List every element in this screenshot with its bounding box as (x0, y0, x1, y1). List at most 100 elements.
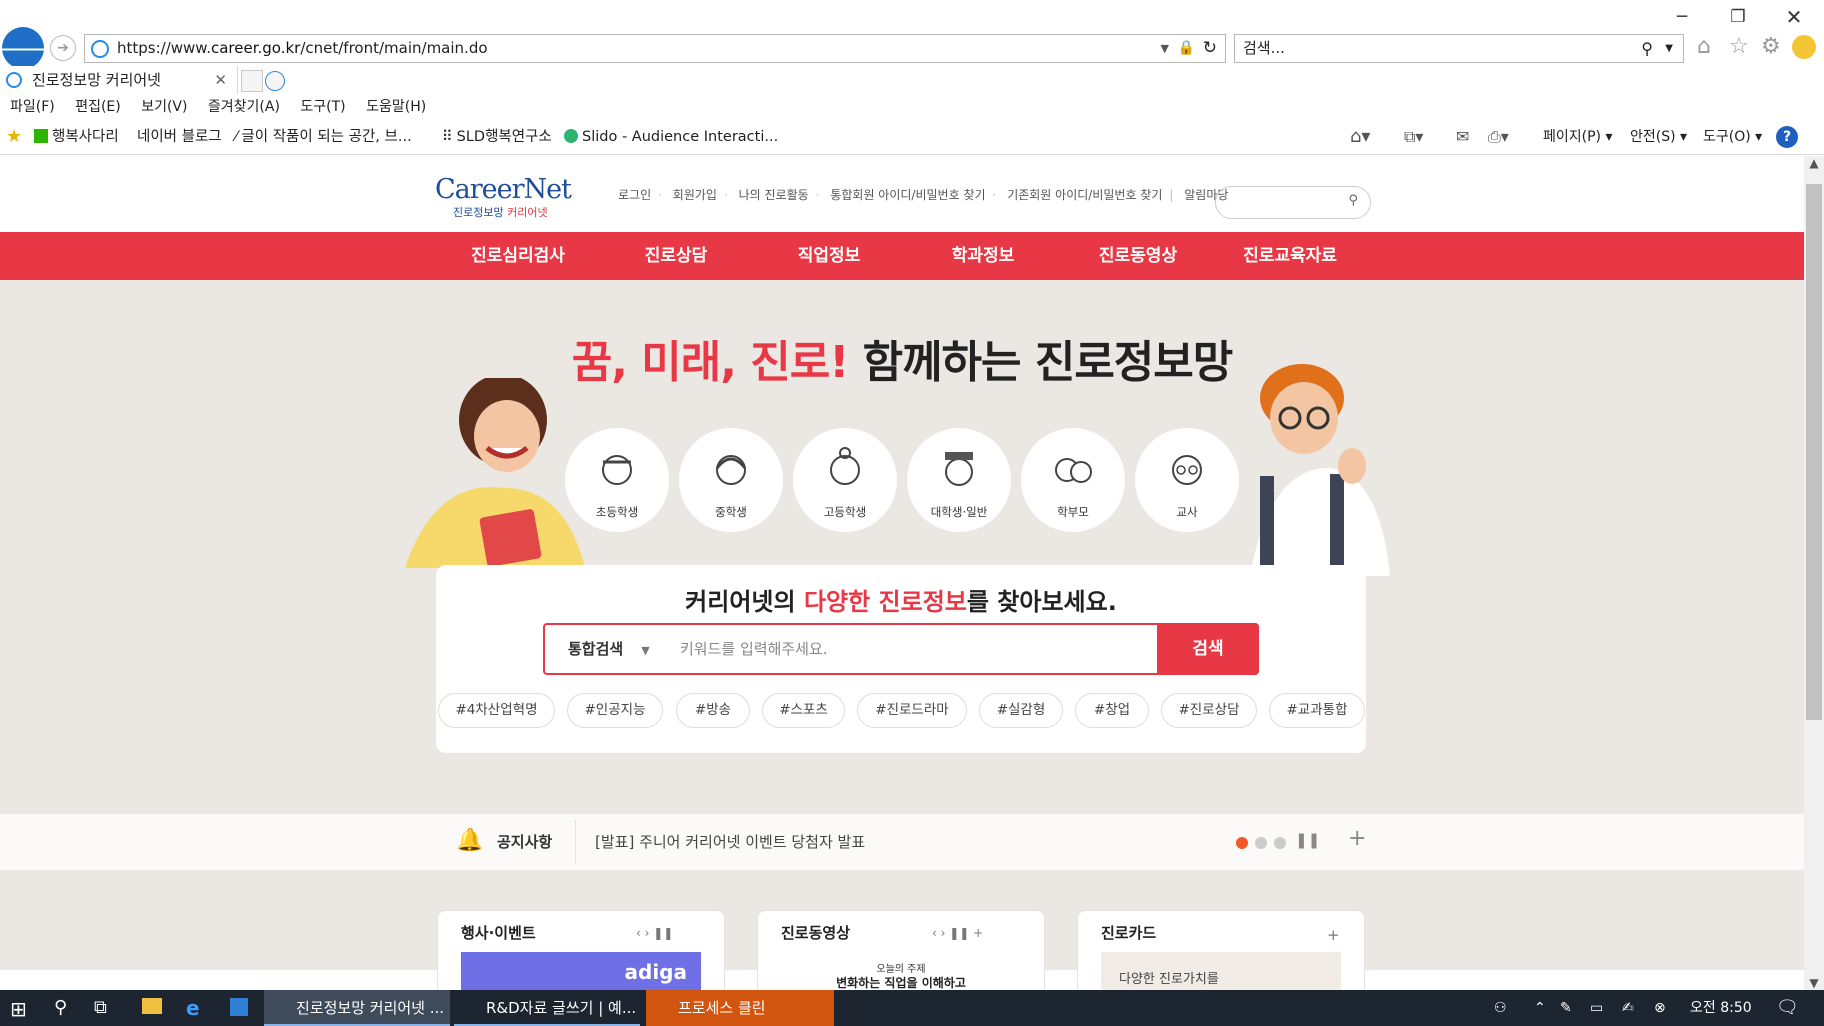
notice-dot-1[interactable] (1236, 837, 1248, 849)
notice-dot-3[interactable] (1274, 837, 1286, 849)
ie-quick-tab-icon[interactable] (265, 71, 285, 91)
pause-icon[interactable]: ❚❚ (1295, 831, 1320, 849)
fav-item-2[interactable]: 네이버 블로그 (137, 124, 222, 150)
settings-gear-icon[interactable]: ⚙ (1761, 34, 1781, 59)
tag-career-drama[interactable]: #진로드라마 (857, 693, 967, 728)
target-high-school[interactable]: 고등학생 (793, 428, 897, 532)
search-type-select[interactable]: 통합검색 ▼ (568, 638, 650, 659)
store-icon[interactable] (230, 998, 248, 1016)
tab-close-icon[interactable]: ✕ (214, 66, 227, 94)
fav-item-3[interactable]: ⁄ 글이 작품이 되는 공간, 브... (235, 124, 412, 150)
fav-item-4[interactable]: ⠿ SLD행복연구소 (442, 124, 552, 150)
nav-psych-test[interactable]: 진로심리검사 (443, 232, 593, 280)
home-command-icon[interactable]: ⌂▾ (1350, 124, 1370, 150)
notification-icon[interactable]: 🗨 (1776, 990, 1799, 1026)
find-legacy-id-link[interactable]: 기존회원 아이디/비밀번호 찾기 (1007, 188, 1162, 202)
battery-icon[interactable]: ▭ (1590, 990, 1603, 1026)
signup-link[interactable]: 회원가입 (673, 188, 717, 202)
minimize-button[interactable]: ─ (1658, 2, 1706, 32)
fav-item-1[interactable]: 행복사다리 (34, 124, 119, 150)
adiga-banner[interactable]: adiga (461, 952, 701, 990)
tag-counseling[interactable]: #진로상담 (1161, 693, 1257, 728)
taskbar-ie-window-1[interactable]: 진로정보망 커리어넷 ... (264, 990, 450, 1026)
card-videos-controls[interactable]: ‹ › ❚❚ + (932, 926, 983, 940)
safety-menu[interactable]: 안전(S) ▾ (1630, 124, 1687, 150)
scroll-down-icon[interactable]: ▼ (1804, 976, 1824, 990)
back-button[interactable]: 🡐 (0, 27, 55, 69)
page-menu[interactable]: 페이지(P) ▾ (1543, 124, 1613, 150)
menu-view[interactable]: 보기(V) (141, 99, 187, 115)
refresh-icon[interactable]: ↻ (1203, 35, 1217, 62)
notice-text[interactable]: [발표] 주니어 커리어넷 이벤트 당첨자 발표 (595, 831, 865, 852)
windows-start-icon[interactable]: ⊞ (10, 997, 27, 1021)
scroll-up-icon[interactable]: ▲ (1804, 156, 1824, 170)
favorites-star-icon[interactable]: ★ (6, 124, 22, 150)
careernet-logo[interactable]: CareerNet (435, 174, 572, 205)
nav-career-video[interactable]: 진로동영상 (1063, 232, 1213, 280)
menu-help[interactable]: 도움말(H) (366, 99, 426, 115)
lock-icon[interactable]: 🔒 (1178, 35, 1195, 62)
edge-icon[interactable]: e (186, 996, 200, 1020)
target-university-general[interactable]: 대학생·일반 (907, 428, 1011, 532)
search-icon[interactable]: ⚲ (1641, 35, 1653, 62)
tag-4th-industrial[interactable]: #4차산업혁명 (438, 693, 555, 728)
taskbar-ie-window-2[interactable]: R&D자료 글쓰기 | 예... (454, 990, 640, 1026)
dropdown-arrow-icon[interactable]: ▼ (1161, 35, 1169, 62)
home-icon[interactable]: ⌂ (1697, 34, 1711, 59)
search-button[interactable]: 검색 (1157, 623, 1259, 675)
address-bar[interactable]: https://www.career.go.kr/cnet/front/main… (84, 34, 1226, 63)
pen-tray-icon[interactable]: ✎ (1560, 990, 1572, 1026)
fav-item-5[interactable]: Slido - Audience Interacti... (564, 124, 778, 150)
tag-sports[interactable]: #스포츠 (762, 693, 845, 728)
card-career-plus[interactable]: + (1327, 926, 1340, 944)
taskbar-search-icon[interactable]: ⚲ (54, 997, 67, 1018)
help-icon[interactable]: ? (1776, 126, 1798, 148)
menu-tools[interactable]: 도구(T) (300, 99, 345, 115)
feedback-smiley-icon[interactable] (1792, 35, 1816, 59)
forward-button[interactable]: ➔ (50, 35, 76, 61)
search-icon[interactable]: ⚲ (1348, 193, 1358, 208)
tag-startup[interactable]: #창업 (1075, 693, 1149, 728)
print-icon[interactable]: ⎙▾ (1488, 124, 1509, 150)
menu-edit[interactable]: 편집(E) (75, 99, 121, 115)
keyword-input[interactable]: 키워드를 입력해주세요. (680, 638, 828, 659)
new-tab-icon[interactable] (241, 70, 263, 92)
menu-file[interactable]: 파일(F) (10, 99, 55, 115)
file-explorer-icon[interactable] (142, 998, 162, 1014)
plus-icon[interactable]: + (1348, 826, 1366, 851)
people-icon[interactable]: ⚇ (1494, 990, 1507, 1026)
target-elementary[interactable]: 초등학생 (565, 428, 669, 532)
tag-curriculum[interactable]: #교과통합 (1269, 693, 1365, 728)
favorites-star-icon[interactable]: ☆ (1729, 34, 1749, 59)
target-teacher[interactable]: 교사 (1135, 428, 1239, 532)
card-events-controls[interactable]: ‹ › ❚❚ (636, 926, 673, 940)
video-topic-title[interactable]: 변화하는 직업을 이해하고 (757, 974, 1045, 990)
tools-menu[interactable]: 도구(O) ▾ (1703, 124, 1762, 150)
search-dropdown-icon[interactable]: ▼ (1665, 35, 1673, 62)
ink-icon[interactable]: ✍ (1622, 990, 1634, 1026)
clock[interactable]: 오전 8:50 (1690, 990, 1752, 1026)
close-window-button[interactable]: ✕ (1770, 2, 1818, 32)
menu-favorites[interactable]: 즐겨찾기(A) (208, 99, 280, 115)
target-parent[interactable]: 학부모 (1021, 428, 1125, 532)
login-link[interactable]: 로그인 (618, 188, 651, 202)
restore-button[interactable]: ❐ (1714, 2, 1762, 32)
network-disconnected-icon[interactable]: ⊗ (1654, 990, 1666, 1026)
mail-icon[interactable]: ✉ (1456, 124, 1469, 150)
nav-counseling[interactable]: 진로상담 (601, 232, 751, 280)
my-activity-link[interactable]: 나의 진로활동 (739, 188, 809, 202)
target-middle-school[interactable]: 중학생 (679, 428, 783, 532)
nav-edu-materials[interactable]: 진로교육자료 (1215, 232, 1365, 280)
nav-job-info[interactable]: 직업정보 (754, 232, 904, 280)
career-card-banner[interactable]: 다양한 진로가치를 (1101, 952, 1341, 990)
tag-ai[interactable]: #인공지능 (567, 693, 663, 728)
find-integrated-id-link[interactable]: 통합회원 아이디/비밀번호 찾기 (830, 188, 985, 202)
taskbar-process-clean[interactable]: 프로세스 클린 (646, 990, 834, 1026)
site-search-input[interactable]: ⚲ (1215, 186, 1371, 219)
tab-career-net[interactable]: 진로정보망 커리어넷 ✕ (0, 66, 238, 94)
tag-immersive[interactable]: #실감형 (979, 693, 1063, 728)
tray-chevron-icon[interactable]: ⌃ (1534, 990, 1546, 1026)
nav-major-info[interactable]: 학과정보 (908, 232, 1058, 280)
scrollbar-thumb[interactable] (1806, 184, 1822, 720)
task-view-icon[interactable]: ⧉ (94, 997, 107, 1018)
